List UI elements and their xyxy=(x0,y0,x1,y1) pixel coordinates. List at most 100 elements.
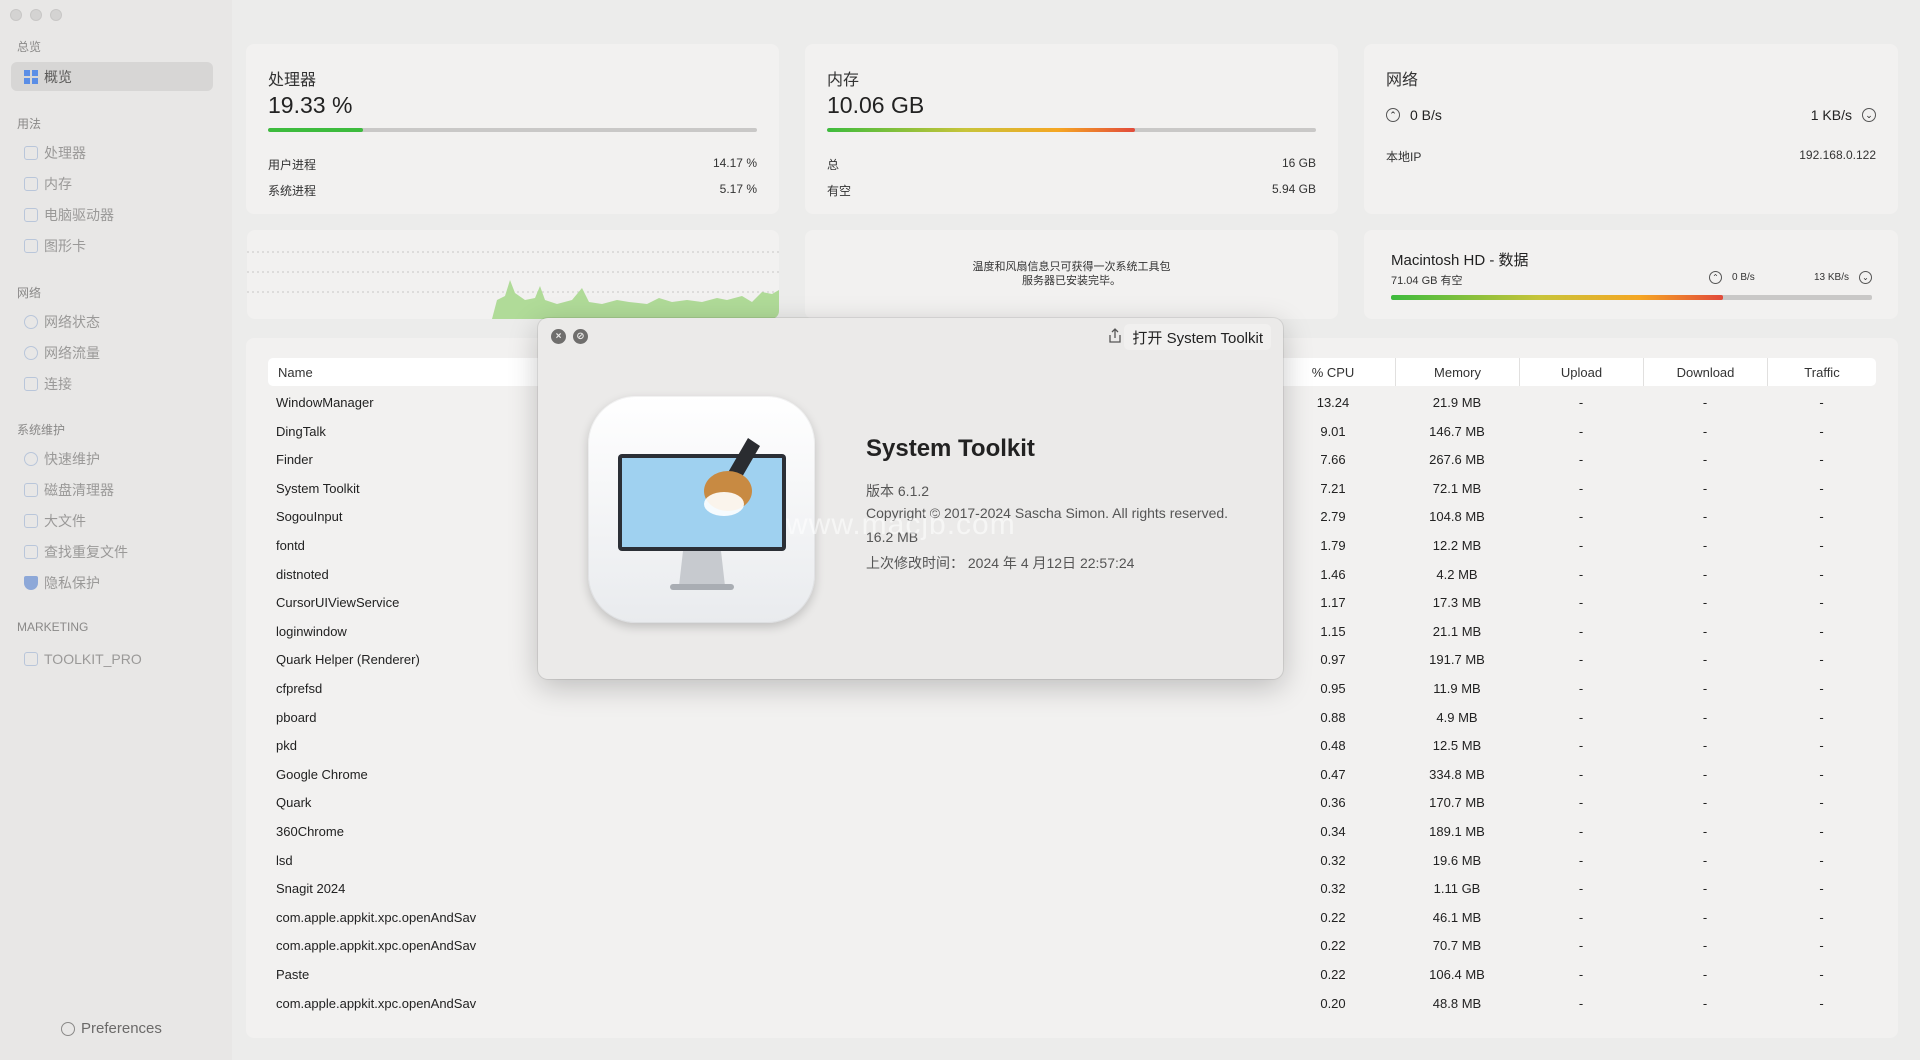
table-row[interactable]: Google Chrome 0.47 334.8 MB - - - xyxy=(268,760,1876,789)
preferences-button[interactable]: Preferences xyxy=(61,1020,162,1037)
col-traffic[interactable]: Traffic xyxy=(1767,358,1876,386)
cell-name: 360Chrome xyxy=(276,824,344,839)
table-row[interactable]: 360Chrome 0.34 189.1 MB - - - xyxy=(268,817,1876,846)
memory-total-value: 16 GB xyxy=(1281,156,1316,170)
memory-free-value: 5.94 GB xyxy=(1271,182,1316,196)
cell-upload: - xyxy=(1578,480,1584,496)
network-download-value: 1 KB/s xyxy=(1810,107,1852,123)
sidebar-item-privacy[interactable]: 隐私保护 xyxy=(11,568,213,597)
cell-memory: 21.1 MB xyxy=(1432,623,1482,639)
sidebar-item-gpu[interactable]: 图形卡 xyxy=(11,231,213,260)
memory-icon xyxy=(24,176,38,191)
cell-traffic: - xyxy=(1819,738,1824,754)
minimize-window-button[interactable] xyxy=(30,9,42,21)
close-window-button[interactable] xyxy=(10,9,22,21)
cell-traffic: - xyxy=(1819,538,1824,553)
disk-read: ⌃ 0 B/s xyxy=(1709,271,1755,284)
cpu-title: 处理器 xyxy=(268,72,317,89)
sidebar-item-cpu[interactable]: 处理器 xyxy=(11,138,213,167)
cpu-bar xyxy=(268,128,757,132)
sidebar-item-label: 连接 xyxy=(44,375,72,392)
cell-traffic: - xyxy=(1819,595,1824,611)
sensors-line-1: 温度和风扇信息只可获得一次系统工具包 xyxy=(972,261,1171,273)
write-arrow-icon: ⌄ xyxy=(1859,271,1872,284)
cell-download: - xyxy=(1702,881,1708,897)
cell-cpu: 0.22 xyxy=(1320,938,1346,954)
cell-cpu: 9.01 xyxy=(1320,423,1346,439)
table-row[interactable]: pkd 0.48 12.5 MB - - - xyxy=(268,731,1876,760)
sidebar-item-disk-cleaner[interactable]: 磁盘清理器 xyxy=(11,475,213,504)
cell-memory: 189.1 MB xyxy=(1429,824,1485,839)
table-row[interactable]: lsd 0.32 19.6 MB - - - xyxy=(268,846,1876,875)
cell-memory: 334.8 MB xyxy=(1429,766,1485,782)
cell-download: - xyxy=(1702,852,1708,868)
sidebar-item-duplicates[interactable]: 查找重复文件 xyxy=(11,537,213,566)
cell-cpu: 1.15 xyxy=(1320,623,1346,639)
table-row[interactable]: com.apple.appkit.xpc.openAndSav 0.20 48.8 … xyxy=(268,989,1876,1018)
sidebar-item-label: 查找重复文件 xyxy=(44,543,128,560)
col-cpu[interactable]: % CPU xyxy=(1271,358,1395,386)
cpu-system-label: 系统进程 xyxy=(268,184,317,198)
cell-download: - xyxy=(1702,423,1708,439)
monitor-icon xyxy=(24,376,38,391)
cell-cpu: 1.46 xyxy=(1320,566,1346,582)
cell-upload: - xyxy=(1578,881,1584,897)
cell-cpu: 0.48 xyxy=(1320,738,1346,754)
disk-bar-fill xyxy=(1391,295,1723,300)
cpu-bar-fill xyxy=(268,128,363,132)
dialog-block-button[interactable]: ⊘ xyxy=(573,329,588,344)
table-row[interactable]: Quark 0.36 170.7 MB - - - xyxy=(268,788,1876,817)
cpu-card: 处理器 19.33 % 用户进程 14.17 % 系统进程 5.17 % xyxy=(246,44,779,214)
table-row[interactable]: com.apple.appkit.xpc.openAndSav 0.22 70.7 … xyxy=(268,931,1876,960)
network-upload: ⌃ 0 B/s xyxy=(1386,107,1442,123)
col-name[interactable]: Name xyxy=(278,358,578,386)
table-row[interactable]: com.apple.appkit.xpc.openAndSav 0.22 46.1 … xyxy=(268,903,1876,932)
cell-traffic: - xyxy=(1819,967,1824,982)
table-row[interactable]: Snagit 2024 0.32 1.11 GB - - - xyxy=(268,874,1876,903)
cell-memory: 267.6 MB xyxy=(1429,452,1485,468)
cell-traffic: - xyxy=(1819,509,1824,525)
open-app-button[interactable]: 打开 System Toolkit xyxy=(1124,324,1271,350)
zoom-window-button[interactable] xyxy=(50,9,62,21)
cell-upload: - xyxy=(1578,738,1584,754)
sidebar-item-label: 内存 xyxy=(44,175,72,192)
cell-memory: 146.7 MB xyxy=(1429,423,1485,439)
cell-cpu: 0.97 xyxy=(1320,652,1346,668)
cell-name: Snagit 2024 xyxy=(276,881,346,897)
sidebar-section-marketing: MARKETING xyxy=(17,620,89,634)
col-memory[interactable]: Memory xyxy=(1395,358,1519,386)
cell-cpu: 0.88 xyxy=(1320,709,1346,725)
disk-read-value: 0 B/s xyxy=(1732,272,1755,283)
col-download[interactable]: Download xyxy=(1643,358,1767,386)
cell-name: lsd xyxy=(276,852,293,868)
cell-cpu: 0.95 xyxy=(1320,681,1346,696)
cell-download: - xyxy=(1702,995,1708,1011)
table-row[interactable]: pboard 0.88 4.9 MB - - - xyxy=(268,703,1876,732)
sidebar-item-large-files[interactable]: 大文件 xyxy=(11,506,213,535)
sidebar-item-overview[interactable]: 概览 xyxy=(11,62,213,91)
sidebar-item-network-status[interactable]: 网络状态 xyxy=(11,307,213,336)
network-ip-value: 192.168.0.122 xyxy=(1799,148,1876,162)
cell-memory: 4.9 MB xyxy=(1436,709,1478,725)
cell-download: - xyxy=(1702,566,1708,582)
cell-name: Quark xyxy=(276,795,312,811)
cell-memory: 12.5 MB xyxy=(1432,738,1482,754)
cell-cpu: 0.32 xyxy=(1320,852,1346,868)
col-upload[interactable]: Upload xyxy=(1519,358,1643,386)
sidebar-item-connections[interactable]: 连接 xyxy=(11,369,213,398)
cell-download: - xyxy=(1702,938,1708,954)
sidebar-item-network-traffic[interactable]: 网络流量 xyxy=(11,338,213,367)
cpu-user-row: 用户进程 14.17 % xyxy=(268,156,757,173)
sidebar-item-toolkit-pro[interactable]: TOOLKIT_PRO xyxy=(11,644,213,673)
gpu-icon xyxy=(24,238,38,253)
sensors-card: 温度和风扇信息只可获得一次系统工具包 服务器已安装完毕。 xyxy=(805,230,1338,319)
dialog-close-button[interactable]: × xyxy=(551,329,566,344)
share-icon[interactable] xyxy=(1108,328,1122,344)
window-controls xyxy=(10,9,62,21)
sidebar-item-quick-maintenance[interactable]: 快速维护 xyxy=(11,444,213,473)
cell-download: - xyxy=(1702,623,1708,639)
table-row[interactable]: Paste 0.22 106.4 MB - - - xyxy=(268,960,1876,989)
sidebar-item-drives[interactable]: 电脑驱动器 xyxy=(11,200,213,229)
cell-download: - xyxy=(1702,652,1708,668)
sidebar-item-memory[interactable]: 内存 xyxy=(11,169,213,198)
